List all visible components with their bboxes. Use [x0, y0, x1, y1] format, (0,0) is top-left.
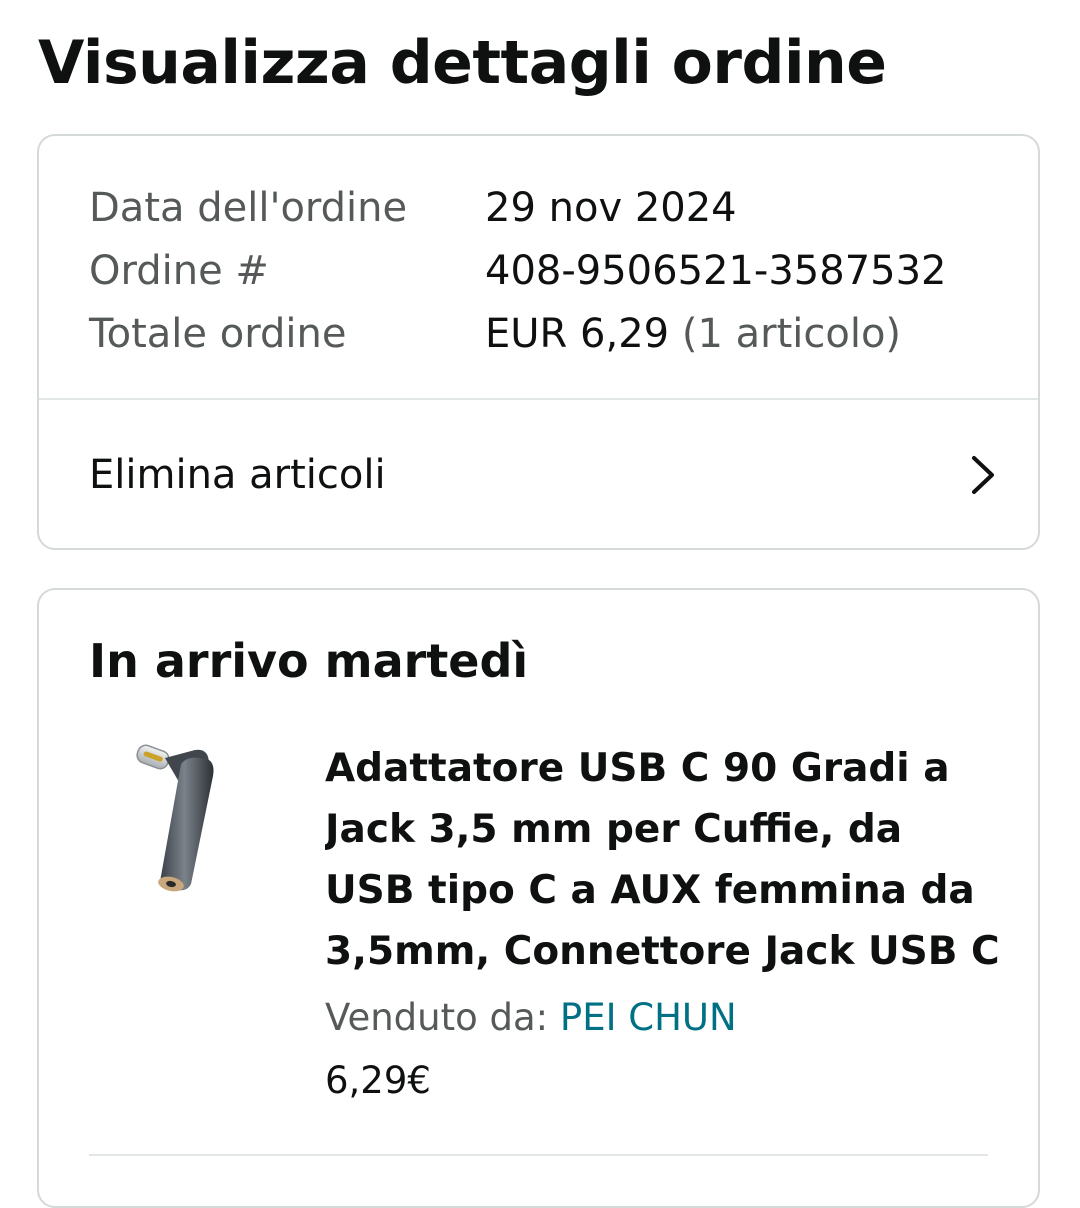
- order-date-label: Data dell'ordine: [89, 184, 408, 231]
- seller-name-link[interactable]: PEI CHUN: [560, 996, 737, 1039]
- delivery-status-heading: In arrivo martedì: [89, 634, 529, 688]
- order-total-value: EUR 6,29 (1 articolo): [485, 311, 901, 357]
- order-total-label: Totale ordine: [89, 310, 347, 357]
- page-title: Visualizza dettagli ordine: [38, 28, 887, 98]
- seller-line: Venduto da: PEI CHUN: [325, 996, 1005, 1039]
- order-total-row: Totale ordine EUR 6,29 (1 articolo): [89, 302, 1008, 365]
- order-total-amount: EUR 6,29: [485, 310, 670, 357]
- order-summary-card: Data dell'ordine 29 nov 2024 Ordine # 40…: [37, 134, 1040, 550]
- seller-label: Venduto da:: [325, 996, 549, 1039]
- order-summary-rows: Data dell'ordine 29 nov 2024 Ordine # 40…: [89, 176, 1008, 365]
- product-title-link[interactable]: Adattatore USB C 90 Gradi a Jack 3,5 mm …: [325, 738, 1005, 982]
- order-number-label: Ordine #: [89, 247, 269, 294]
- shipment-divider: [89, 1154, 988, 1156]
- remove-items-label: Elimina articoli: [89, 452, 386, 498]
- order-date-row: Data dell'ordine 29 nov 2024: [89, 176, 1008, 239]
- order-number-row: Ordine # 408-9506521-3587532: [89, 239, 1008, 302]
- order-number-value: 408-9506521-3587532: [485, 247, 947, 294]
- item-price: 6,29€: [325, 1059, 431, 1102]
- order-date-value: 29 nov 2024: [485, 184, 737, 231]
- shipment-card: In arrivo martedì Adattatore USB C 90 Gr…: [37, 588, 1040, 1208]
- product-info: Adattatore USB C 90 Gradi a Jack 3,5 mm …: [325, 738, 1005, 1102]
- order-item-count: (1 articolo): [681, 310, 902, 357]
- remove-items-button[interactable]: Elimina articoli: [39, 400, 1038, 550]
- chevron-right-icon: [972, 456, 994, 494]
- usb-c-audio-adapter-image[interactable]: [129, 738, 239, 898]
